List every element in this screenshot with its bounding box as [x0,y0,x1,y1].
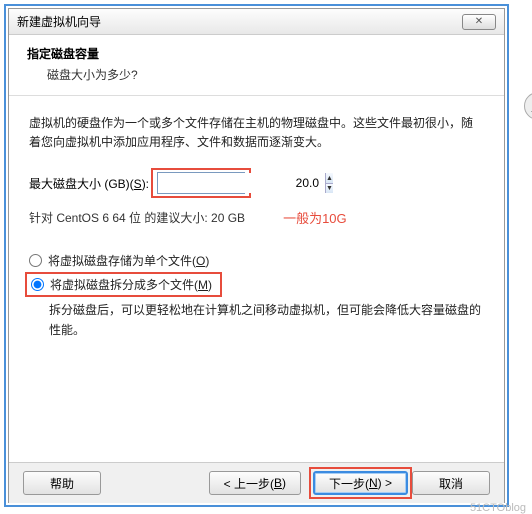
spinner-down-icon[interactable]: ▼ [326,184,333,194]
back-button[interactable]: < 上一步(B) [209,471,301,495]
header: 指定磁盘容量 磁盘大小为多少? [9,35,504,96]
radio-split-highlight: 将虚拟磁盘拆分成多个文件(M) [25,272,222,297]
recommended-text: 针对 CentOS 6 64 位 的建议大小: 20 GB [29,209,245,226]
spinner-up-icon[interactable]: ▲ [326,173,333,184]
radio-split-files[interactable]: 将虚拟磁盘拆分成多个文件(M) [27,276,216,293]
side-decoration-icon: ⤴ [524,92,532,120]
footer: 帮助 < 上一步(B) 下一步(N) > 取消 [9,463,504,503]
page-title: 指定磁盘容量 [27,45,486,62]
body: 虚拟机的硬盘作为一个或多个文件存储在主机的物理磁盘中。这些文件最初很小，随着您向… [9,96,504,356]
disk-size-label: 最大磁盘大小 (GB)(S): [29,175,149,192]
wizard-window: 新建虚拟机向导 ✕ 指定磁盘容量 磁盘大小为多少? 虚拟机的硬盘作为一个或多个文… [8,8,505,503]
close-icon: ✕ [475,16,483,27]
page-subtitle: 磁盘大小为多少? [27,66,486,83]
radio-single-file-input[interactable] [29,254,42,267]
help-button[interactable]: 帮助 [23,471,101,495]
storage-radio-group: 将虚拟磁盘存储为单个文件(O) 将虚拟磁盘拆分成多个文件(M) 拆分磁盘后，可以… [29,249,484,339]
next-button-highlight: 下一步(N) > [309,467,412,499]
watermark: 51CTOblog [470,502,526,514]
next-button[interactable]: 下一步(N) > [313,471,408,495]
radio-single-file[interactable]: 将虚拟磁盘存储为单个文件(O) [29,249,484,272]
recommended-row: 针对 CentOS 6 64 位 的建议大小: 20 GB 一般为10G [29,208,484,227]
disk-size-row: 最大磁盘大小 (GB)(S): ▲ ▼ [29,168,484,198]
disk-size-spinner[interactable]: ▲ ▼ [157,172,245,194]
close-button[interactable]: ✕ [462,14,496,30]
window-title: 新建虚拟机向导 [17,13,101,30]
annotation-text: 一般为10G [283,208,347,227]
titlebar: 新建虚拟机向导 ✕ [9,9,504,35]
split-description: 拆分磁盘后，可以更轻松地在计算机之间移动虚拟机，但可能会降低大容量磁盘的性能。 [29,297,484,339]
content-area: 指定磁盘容量 磁盘大小为多少? 虚拟机的硬盘作为一个或多个文件存储在主机的物理磁… [9,35,504,463]
description-text: 虚拟机的硬盘作为一个或多个文件存储在主机的物理磁盘中。这些文件最初很小，随着您向… [29,114,484,152]
cancel-button[interactable]: 取消 [412,471,490,495]
disk-size-input[interactable] [158,173,325,193]
disk-size-highlight: ▲ ▼ [151,168,251,198]
radio-split-files-input[interactable] [31,278,44,291]
